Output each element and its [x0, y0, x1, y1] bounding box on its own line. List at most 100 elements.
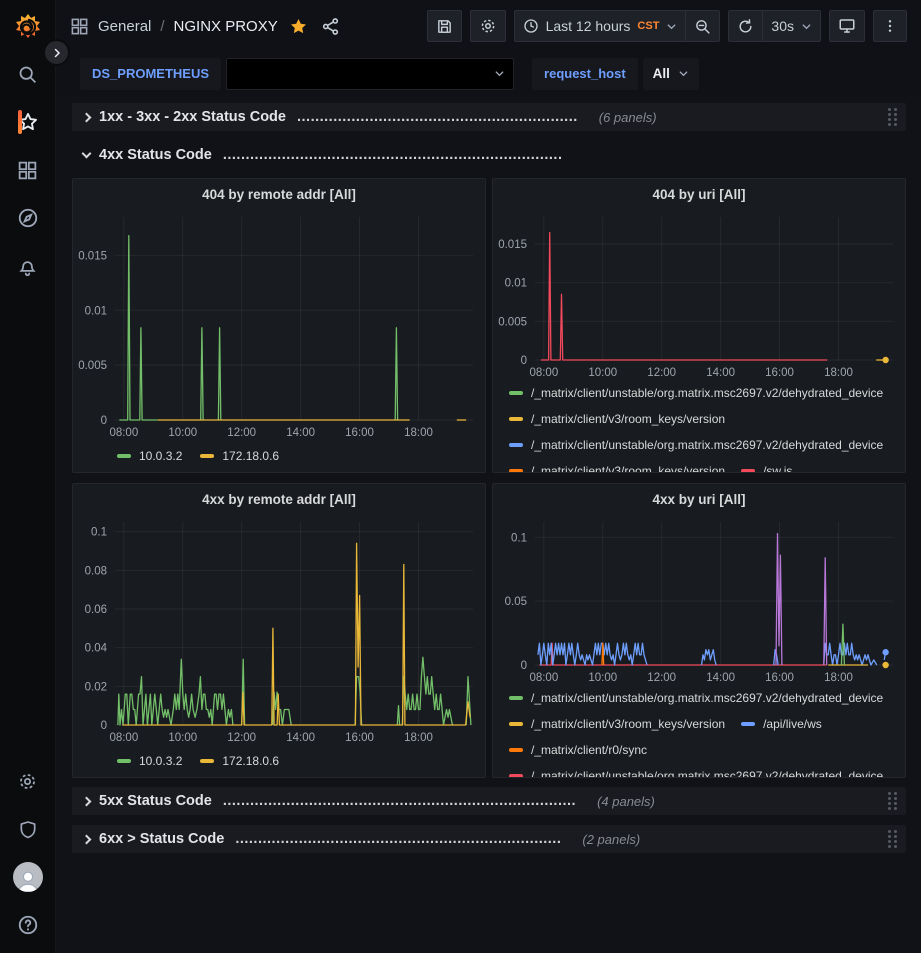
legend-item[interactable]: /_matrix/client/v3/room_keys/version	[509, 458, 725, 472]
legend-item[interactable]: /_matrix/client/unstable/org.matrix.msc2…	[509, 380, 883, 406]
refresh-interval-picker[interactable]: 30s	[763, 10, 821, 42]
dashboard-settings-button[interactable]	[470, 10, 506, 42]
clock-icon	[523, 18, 539, 34]
chevron-right-icon	[82, 112, 92, 122]
time-series-plot[interactable]: 00.020.040.060.080.108:0010:0012:0014:00…	[73, 514, 485, 745]
apps-icon	[17, 160, 38, 181]
timezone-label: CST	[637, 20, 659, 32]
sidebar-item-help[interactable]	[0, 901, 56, 949]
series-line	[118, 657, 471, 725]
series-line	[538, 643, 886, 665]
panel-title[interactable]: 404 by remote addr [All]	[73, 179, 485, 209]
svg-text:12:00: 12:00	[227, 427, 256, 439]
variable-value-request-host-dropdown[interactable]: All	[643, 58, 699, 90]
svg-text:0: 0	[521, 355, 527, 367]
legend-swatch	[509, 391, 523, 395]
search-icon	[17, 64, 38, 85]
time-series-plot[interactable]: 00.0050.010.01508:0010:0012:0014:0016:00…	[493, 209, 905, 380]
monitor-icon	[838, 17, 856, 35]
row-drag-handle[interactable]	[888, 108, 897, 126]
legend-item[interactable]: /sw.js	[741, 458, 792, 472]
compass-icon	[17, 207, 39, 229]
panel-title[interactable]: 4xx by remote addr [All]	[73, 484, 485, 514]
svg-text:0.04: 0.04	[85, 643, 108, 655]
legend-swatch	[509, 748, 523, 752]
legend-item[interactable]: /_matrix/client/unstable/org.matrix.msc2…	[509, 432, 883, 458]
row-drag-handle[interactable]	[888, 792, 897, 810]
legend-item[interactable]: 10.0.3.2	[117, 748, 182, 774]
refresh-button[interactable]	[728, 10, 763, 42]
row-6xx[interactable]: 6xx > Status Code ......................…	[72, 825, 906, 853]
legend-item[interactable]: /_matrix/client/r0/sync	[509, 737, 647, 763]
sidebar-item-explore[interactable]	[0, 194, 56, 242]
legend-item[interactable]: 172.18.0.6	[200, 748, 279, 774]
row-4xx[interactable]: 4xx Status Code ........................…	[72, 141, 906, 169]
legend-swatch	[741, 469, 755, 472]
legend-label: 10.0.3.2	[139, 754, 182, 768]
sidebar-item-profile[interactable]	[0, 853, 56, 901]
svg-text:16:00: 16:00	[765, 367, 794, 379]
row-panel-count: (6 panels)	[599, 110, 657, 125]
row-title-dots: ........................................…	[223, 793, 576, 809]
svg-text:0: 0	[101, 720, 107, 732]
legend-item[interactable]: 10.0.3.2	[117, 443, 182, 469]
legend-item[interactable]: /_matrix/client/v3/room_keys/version	[509, 711, 725, 737]
svg-text:10:00: 10:00	[168, 732, 197, 744]
share-icon	[321, 17, 340, 36]
breadcrumb-dashboard-title[interactable]: NGINX PROXY	[174, 18, 278, 35]
series-line	[776, 534, 827, 666]
panel-grid: 404 by remote addr [All] 00.0050.010.015…	[72, 178, 906, 778]
panel-title[interactable]: 4xx by uri [All]	[493, 484, 905, 514]
breadcrumb-folder[interactable]: General	[98, 18, 151, 35]
legend-item[interactable]: /_matrix/client/unstable/org.matrix.msc2…	[509, 763, 883, 777]
sidebar-expand-button[interactable]	[43, 39, 70, 66]
legend-label: /_matrix/client/v3/room_keys/version	[531, 412, 725, 426]
svg-text:0.005: 0.005	[498, 316, 527, 328]
legend-item[interactable]: /api/live/ws	[741, 711, 822, 737]
svg-text:16:00: 16:00	[345, 427, 374, 439]
sidebar-item-alerting[interactable]	[0, 242, 56, 290]
grafana-logo[interactable]	[11, 10, 45, 44]
variable-label-request-host: request_host	[532, 58, 638, 90]
save-dashboard-button[interactable]	[427, 10, 462, 42]
legend-item[interactable]: /_matrix/client/v3/room_keys/version	[509, 406, 725, 432]
chevron-right-icon	[82, 796, 92, 806]
legend-label: /_matrix/client/unstable/org.matrix.msc2…	[531, 769, 883, 777]
sidebar-item-configuration[interactable]	[0, 757, 56, 805]
avatar	[13, 862, 43, 892]
variable-value-request-host: All	[653, 66, 670, 81]
svg-text:10:00: 10:00	[588, 367, 617, 379]
series-end-dot	[882, 357, 888, 363]
row-1xx-3xx-2xx[interactable]: 1xx - 3xx - 2xx Status Code ............…	[72, 103, 906, 131]
more-options-button[interactable]	[873, 10, 907, 42]
sidebar-item-server-admin[interactable]	[0, 805, 56, 853]
legend-swatch	[509, 774, 523, 777]
row-drag-handle[interactable]	[888, 830, 897, 848]
grafana-flame-icon	[13, 12, 43, 42]
favorite-star-button[interactable]	[287, 15, 310, 38]
share-button[interactable]	[319, 15, 342, 38]
legend-label: /_matrix/client/unstable/org.matrix.msc2…	[531, 438, 883, 452]
variable-value-ds-dropdown[interactable]	[226, 58, 514, 90]
zoom-out-time-button[interactable]	[686, 10, 720, 42]
time-series-plot[interactable]: 00.050.108:0010:0012:0014:0016:0018:00	[493, 514, 905, 685]
svg-text:14:00: 14:00	[286, 732, 315, 744]
sidebar-item-dashboards[interactable]	[0, 146, 56, 194]
sidebar-item-starred[interactable]	[0, 98, 56, 146]
legend-item[interactable]: /_matrix/client/unstable/org.matrix.msc2…	[509, 685, 883, 711]
row-title-dots: ........................................…	[297, 109, 578, 125]
row-5xx[interactable]: 5xx Status Code ........................…	[72, 787, 906, 815]
time-range-picker[interactable]: Last 12 hours CST	[514, 10, 687, 42]
cycle-view-mode-button[interactable]	[829, 10, 865, 42]
legend-label: /sw.js	[763, 464, 792, 472]
legend-swatch	[509, 722, 523, 726]
legend-item[interactable]: 172.18.0.6	[200, 443, 279, 469]
svg-text:08:00: 08:00	[529, 672, 558, 684]
save-icon	[436, 18, 453, 35]
legend-label: /_matrix/client/unstable/org.matrix.msc2…	[531, 691, 883, 705]
panel-title[interactable]: 404 by uri [All]	[493, 179, 905, 209]
time-series-plot[interactable]: 00.0050.010.01508:0010:0012:0014:0016:00…	[73, 209, 485, 440]
panel-legend: 10.0.3.2 172.18.0.6	[73, 440, 485, 472]
time-range-label: Last 12 hours	[546, 18, 631, 34]
legend-label: 172.18.0.6	[222, 754, 279, 768]
